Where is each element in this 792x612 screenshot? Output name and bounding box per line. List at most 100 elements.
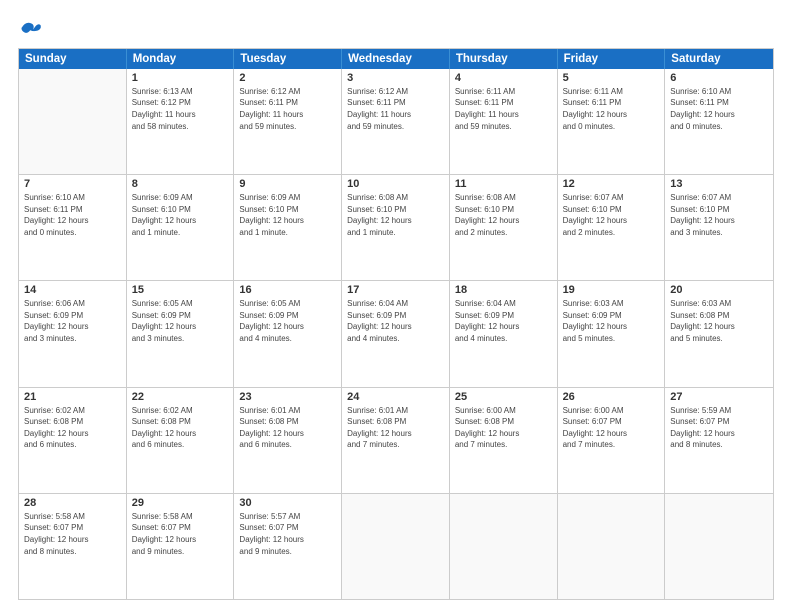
day-number: 16 xyxy=(239,284,336,296)
calendar-header-row: SundayMondayTuesdayWednesdayThursdayFrid… xyxy=(19,49,773,69)
cal-cell: 9Sunrise: 6:09 AM Sunset: 6:10 PM Daylig… xyxy=(234,175,342,280)
cal-cell xyxy=(19,69,127,174)
page: SundayMondayTuesdayWednesdayThursdayFrid… xyxy=(0,0,792,612)
day-info: Sunrise: 6:02 AM Sunset: 6:08 PM Dayligh… xyxy=(132,405,229,451)
day-info: Sunrise: 5:59 AM Sunset: 6:07 PM Dayligh… xyxy=(670,405,768,451)
cal-cell: 5 Sunrise: 6:11 AM Sunset: 6:11 PM Daylig… xyxy=(558,69,666,174)
day-number: 27 xyxy=(670,391,768,403)
day-info: Sunrise: 6:03 AM Sunset: 6:08 PM Dayligh… xyxy=(670,298,768,344)
header-cell-monday: Monday xyxy=(127,49,235,69)
calendar-body: 1 Sunrise: 6:13 AM Sunset: 6:12 PM Daylig… xyxy=(19,69,773,599)
calendar: SundayMondayTuesdayWednesdayThursdayFrid… xyxy=(18,48,774,600)
day-info: Sunrise: 6:07 AM Sunset: 6:10 PM Dayligh… xyxy=(670,192,768,238)
day-number: 25 xyxy=(455,391,552,403)
day-info: Sunrise: 5:58 AM Sunset: 6:07 PM Dayligh… xyxy=(24,511,121,557)
header-cell-tuesday: Tuesday xyxy=(234,49,342,69)
day-info: Sunrise: 6:08 AM Sunset: 6:10 PM Dayligh… xyxy=(347,192,444,238)
day-number: 24 xyxy=(347,391,444,403)
cal-cell: 10 Sunrise: 6:08 AM Sunset: 6:10 PM Dayli… xyxy=(342,175,450,280)
day-number: 14 xyxy=(24,284,121,296)
day-number: 18 xyxy=(455,284,552,296)
day-info: Sunrise: 6:12 AM Sunset: 6:11 PM Dayligh… xyxy=(239,86,336,132)
day-info: Sunrise: 6:00 AM Sunset: 6:07 PM Dayligh… xyxy=(563,405,660,451)
day-info: Sunrise: 5:58 AM Sunset: 6:07 PM Dayligh… xyxy=(132,511,229,557)
cal-cell: 14 Sunrise: 6:06 AM Sunset: 6:09 PM Dayli… xyxy=(19,281,127,386)
header xyxy=(18,18,774,38)
header-cell-friday: Friday xyxy=(558,49,666,69)
day-info: Sunrise: 6:02 AM Sunset: 6:08 PM Dayligh… xyxy=(24,405,121,451)
day-number: 26 xyxy=(563,391,660,403)
cal-cell: 6Sunrise: 6:10 AM Sunset: 6:11 PM Daylig… xyxy=(665,69,773,174)
day-number: 19 xyxy=(563,284,660,296)
day-number: 3 xyxy=(347,72,444,84)
day-info: Sunrise: 6:10 AM Sunset: 6:11 PM Dayligh… xyxy=(670,86,768,132)
day-info: Sunrise: 6:04 AM Sunset: 6:09 PM Dayligh… xyxy=(347,298,444,344)
week-1: 1 Sunrise: 6:13 AM Sunset: 6:12 PM Daylig… xyxy=(19,69,773,175)
cal-cell: 15 Sunrise: 6:05 AM Sunset: 6:09 PM Dayli… xyxy=(127,281,235,386)
logo xyxy=(18,18,42,38)
day-info: Sunrise: 6:12 AM Sunset: 6:11 PM Dayligh… xyxy=(347,86,444,132)
day-info: Sunrise: 6:05 AM Sunset: 6:09 PM Dayligh… xyxy=(132,298,229,344)
day-number: 8 xyxy=(132,178,229,190)
header-cell-sunday: Sunday xyxy=(19,49,127,69)
header-cell-thursday: Thursday xyxy=(450,49,558,69)
day-number: 11 xyxy=(455,178,552,190)
cal-cell: 21 Sunrise: 6:02 AM Sunset: 6:08 PM Dayli… xyxy=(19,388,127,493)
day-number: 15 xyxy=(132,284,229,296)
day-number: 10 xyxy=(347,178,444,190)
week-5: 28Sunrise: 5:58 AM Sunset: 6:07 PM Dayli… xyxy=(19,494,773,599)
cal-cell xyxy=(450,494,558,599)
cal-cell: 7 Sunrise: 6:10 AM Sunset: 6:11 PM Daylig… xyxy=(19,175,127,280)
cal-cell: 16 Sunrise: 6:05 AM Sunset: 6:09 PM Dayli… xyxy=(234,281,342,386)
day-number: 1 xyxy=(132,72,229,84)
cal-cell: 8Sunrise: 6:09 AM Sunset: 6:10 PM Daylig… xyxy=(127,175,235,280)
day-info: Sunrise: 6:10 AM Sunset: 6:11 PM Dayligh… xyxy=(24,192,121,238)
day-info: Sunrise: 6:08 AM Sunset: 6:10 PM Dayligh… xyxy=(455,192,552,238)
cal-cell: 24 Sunrise: 6:01 AM Sunset: 6:08 PM Dayli… xyxy=(342,388,450,493)
day-info: Sunrise: 5:57 AM Sunset: 6:07 PM Dayligh… xyxy=(239,511,336,557)
day-info: Sunrise: 6:13 AM Sunset: 6:12 PM Dayligh… xyxy=(132,86,229,132)
cal-cell: 11 Sunrise: 6:08 AM Sunset: 6:10 PM Dayli… xyxy=(450,175,558,280)
cal-cell: 23 Sunrise: 6:01 AM Sunset: 6:08 PM Dayli… xyxy=(234,388,342,493)
cal-cell: 22 Sunrise: 6:02 AM Sunset: 6:08 PM Dayli… xyxy=(127,388,235,493)
day-number: 13 xyxy=(670,178,768,190)
cal-cell: 1 Sunrise: 6:13 AM Sunset: 6:12 PM Daylig… xyxy=(127,69,235,174)
day-number: 23 xyxy=(239,391,336,403)
week-3: 14 Sunrise: 6:06 AM Sunset: 6:09 PM Dayli… xyxy=(19,281,773,387)
day-info: Sunrise: 6:07 AM Sunset: 6:10 PM Dayligh… xyxy=(563,192,660,238)
day-number: 5 xyxy=(563,72,660,84)
day-info: Sunrise: 6:00 AM Sunset: 6:08 PM Dayligh… xyxy=(455,405,552,451)
day-number: 22 xyxy=(132,391,229,403)
cal-cell: 25 Sunrise: 6:00 AM Sunset: 6:08 PM Dayli… xyxy=(450,388,558,493)
cal-cell: 13 Sunrise: 6:07 AM Sunset: 6:10 PM Dayli… xyxy=(665,175,773,280)
day-info: Sunrise: 6:04 AM Sunset: 6:09 PM Dayligh… xyxy=(455,298,552,344)
cal-cell: 18 Sunrise: 6:04 AM Sunset: 6:09 PM Dayli… xyxy=(450,281,558,386)
day-info: Sunrise: 6:11 AM Sunset: 6:11 PM Dayligh… xyxy=(563,86,660,132)
day-number: 4 xyxy=(455,72,552,84)
day-number: 21 xyxy=(24,391,121,403)
header-cell-saturday: Saturday xyxy=(665,49,773,69)
cal-cell: 29 Sunrise: 5:58 AM Sunset: 6:07 PM Dayli… xyxy=(127,494,235,599)
day-number: 17 xyxy=(347,284,444,296)
day-number: 12 xyxy=(563,178,660,190)
day-number: 30 xyxy=(239,497,336,509)
day-info: Sunrise: 6:01 AM Sunset: 6:08 PM Dayligh… xyxy=(239,405,336,451)
cal-cell: 4 Sunrise: 6:11 AM Sunset: 6:11 PM Daylig… xyxy=(450,69,558,174)
day-info: Sunrise: 6:05 AM Sunset: 6:09 PM Dayligh… xyxy=(239,298,336,344)
cal-cell: 3 Sunrise: 6:12 AM Sunset: 6:11 PM Daylig… xyxy=(342,69,450,174)
day-info: Sunrise: 6:03 AM Sunset: 6:09 PM Dayligh… xyxy=(563,298,660,344)
day-number: 7 xyxy=(24,178,121,190)
day-info: Sunrise: 6:11 AM Sunset: 6:11 PM Dayligh… xyxy=(455,86,552,132)
cal-cell: 12 Sunrise: 6:07 AM Sunset: 6:10 PM Dayli… xyxy=(558,175,666,280)
cal-cell xyxy=(558,494,666,599)
cal-cell: 30 Sunrise: 5:57 AM Sunset: 6:07 PM Dayli… xyxy=(234,494,342,599)
cal-cell: 20 Sunrise: 6:03 AM Sunset: 6:08 PM Dayli… xyxy=(665,281,773,386)
header-cell-wednesday: Wednesday xyxy=(342,49,450,69)
day-number: 20 xyxy=(670,284,768,296)
cal-cell: 17 Sunrise: 6:04 AM Sunset: 6:09 PM Dayli… xyxy=(342,281,450,386)
cal-cell: 27 Sunrise: 5:59 AM Sunset: 6:07 PM Dayli… xyxy=(665,388,773,493)
day-number: 2 xyxy=(239,72,336,84)
day-info: Sunrise: 6:01 AM Sunset: 6:08 PM Dayligh… xyxy=(347,405,444,451)
day-number: 29 xyxy=(132,497,229,509)
day-info: Sunrise: 6:06 AM Sunset: 6:09 PM Dayligh… xyxy=(24,298,121,344)
